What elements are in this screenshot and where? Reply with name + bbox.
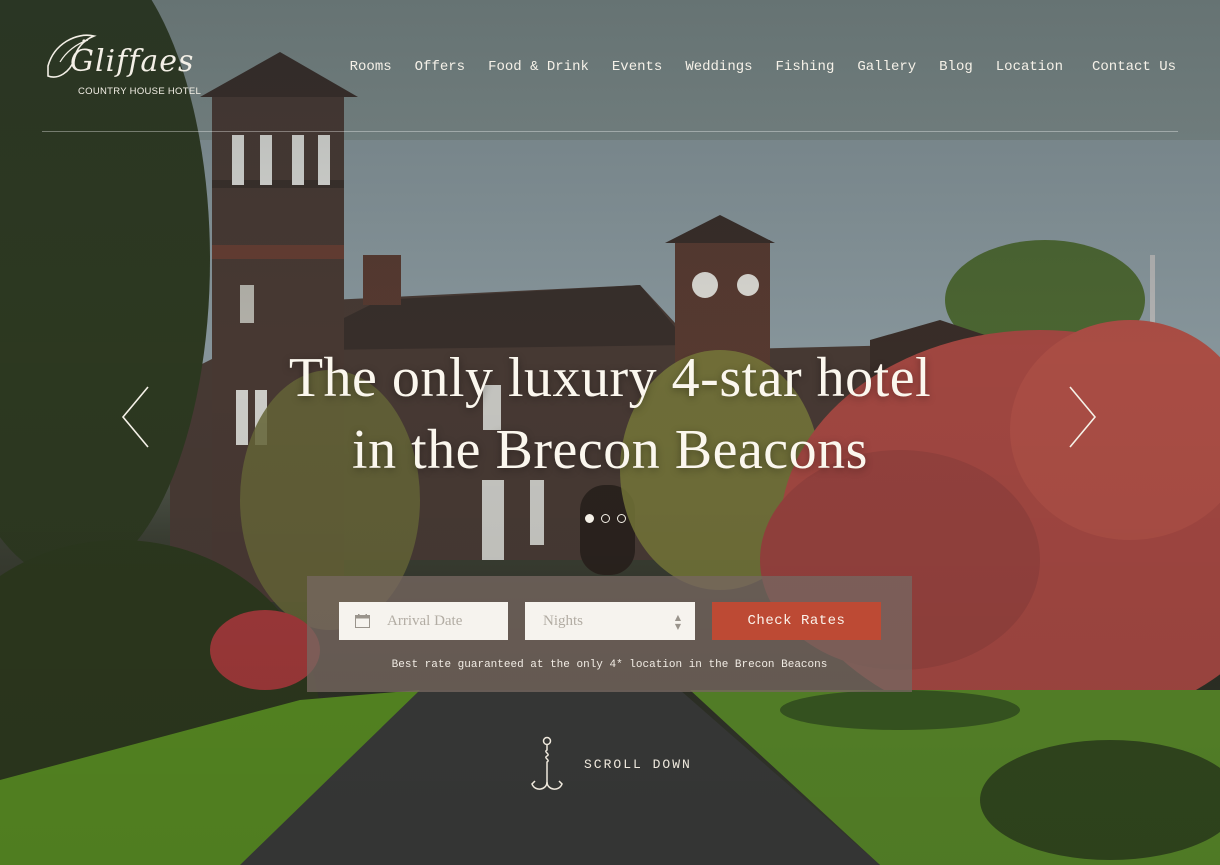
check-rates-button[interactable]: Check Rates — [712, 602, 881, 640]
logo-script-text: Gliffaes — [70, 44, 195, 79]
hero-section: Gliffaes COUNTRY HOUSE HOTEL Rooms Offer… — [0, 0, 1220, 865]
slider-dots — [585, 514, 626, 523]
nav-item-rooms[interactable]: Rooms — [350, 59, 392, 75]
nights-placeholder: Nights — [543, 612, 584, 629]
fishing-hook-icon — [531, 736, 563, 790]
slider-prev-button[interactable] — [120, 385, 150, 449]
arrival-date-placeholder: Arrival Date — [387, 612, 463, 629]
chevron-right-icon — [1069, 386, 1097, 448]
chevron-left-icon — [121, 386, 149, 448]
scroll-down-link[interactable]: SCROLL DOWN — [527, 736, 697, 794]
site-logo[interactable]: Gliffaes COUNTRY HOUSE HOTEL — [40, 26, 201, 98]
header-divider — [42, 131, 1178, 132]
nav-item-fishing[interactable]: Fishing — [776, 59, 835, 75]
nav-item-weddings[interactable]: Weddings — [685, 59, 752, 75]
best-rate-note: Best rate guaranteed at the only 4* loca… — [391, 659, 828, 671]
nav-item-food-drink[interactable]: Food & Drink — [488, 59, 589, 75]
hero-headline-line-1: The only luxury 4-star hotel — [288, 347, 932, 409]
nav-item-blog[interactable]: Blog — [939, 59, 973, 75]
scroll-down-label: SCROLL DOWN — [584, 757, 692, 772]
nav-item-offers[interactable]: Offers — [415, 59, 465, 75]
hero-headline-line-2: in the Brecon Beacons — [352, 419, 868, 481]
slider-dot-1[interactable] — [585, 514, 594, 523]
arrival-date-field[interactable]: Arrival Date — [339, 602, 508, 640]
nights-select[interactable]: Nights ▲ ▼ — [525, 602, 695, 640]
main-nav: Rooms Offers Food & Drink Events Wedding… — [327, 59, 1176, 75]
slider-dot-3[interactable] — [617, 514, 626, 523]
nav-item-contact-us[interactable]: Contact Us — [1092, 59, 1176, 75]
stepper-arrows-icon[interactable]: ▲ ▼ — [675, 613, 681, 631]
hero-headline: The only luxury 4-star hotel in the Brec… — [0, 342, 1220, 486]
nav-item-events[interactable]: Events — [612, 59, 662, 75]
nav-item-gallery[interactable]: Gallery — [857, 59, 916, 75]
nav-item-location[interactable]: Location — [996, 59, 1063, 75]
slider-dot-2[interactable] — [601, 514, 610, 523]
logo-subtitle: COUNTRY HOUSE HOTEL — [78, 86, 202, 97]
slider-next-button[interactable] — [1068, 385, 1098, 449]
calendar-icon — [355, 614, 370, 628]
booking-panel: Arrival Date Nights ▲ ▼ Check Rates Best … — [307, 576, 912, 692]
